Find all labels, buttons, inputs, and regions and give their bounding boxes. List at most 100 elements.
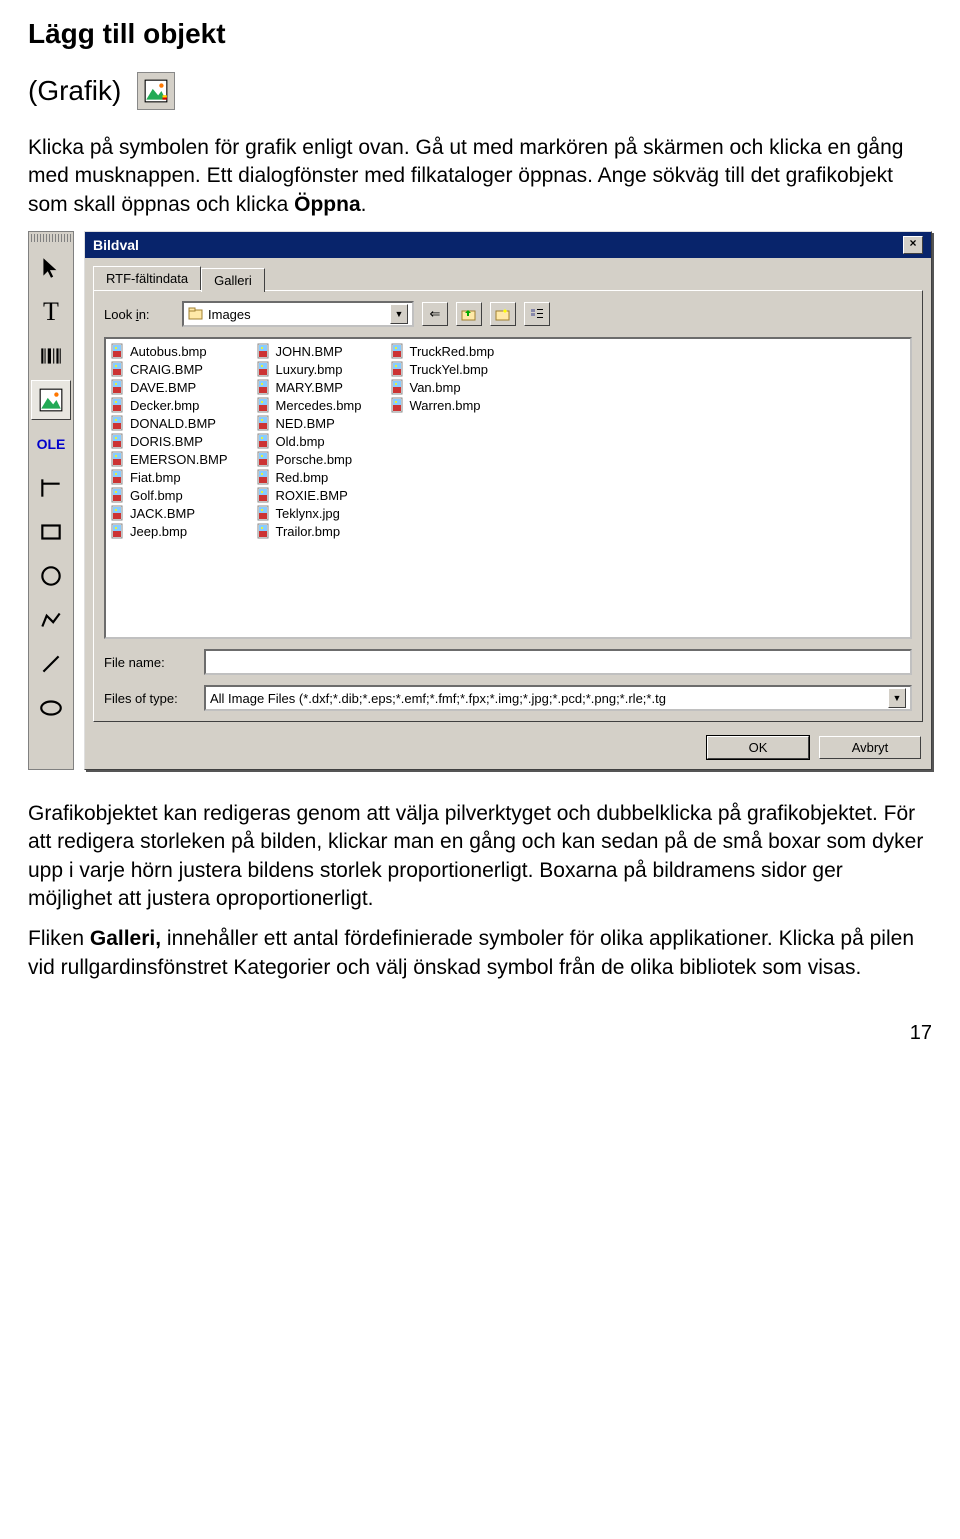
bmp-file-icon bbox=[256, 523, 272, 539]
dialog-body: Look in: Images ▼ ⇐ Auto bbox=[93, 290, 923, 722]
close-icon[interactable]: × bbox=[903, 236, 923, 254]
page-heading: Lägg till objekt bbox=[28, 18, 932, 50]
image-tool-icon[interactable] bbox=[31, 380, 71, 420]
line-tool-icon[interactable] bbox=[31, 644, 71, 684]
bmp-file-icon bbox=[390, 397, 406, 413]
bmp-file-icon bbox=[110, 433, 126, 449]
file-label: JACK.BMP bbox=[130, 506, 195, 521]
pointer-tool-icon[interactable] bbox=[31, 248, 71, 288]
bmp-file-icon bbox=[256, 469, 272, 485]
file-label: Jeep.bmp bbox=[130, 524, 187, 539]
bmp-file-icon bbox=[256, 397, 272, 413]
ellipse-tool-icon[interactable] bbox=[31, 688, 71, 728]
tab-galleri[interactable]: Galleri bbox=[201, 268, 265, 292]
file-label: Porsche.bmp bbox=[276, 452, 353, 467]
file-list[interactable]: Autobus.bmp CRAIG.BMP DAVE.BMP Decker.bmp DO… bbox=[104, 337, 912, 639]
text-tool-icon[interactable]: T bbox=[31, 292, 71, 332]
file-item[interactable]: Red.bmp bbox=[256, 469, 362, 485]
file-item[interactable]: Luxury.bmp bbox=[256, 361, 362, 377]
paragraph-3: Fliken Galleri, innehåller ett antal för… bbox=[28, 925, 932, 982]
file-item[interactable]: JOHN.BMP bbox=[256, 343, 362, 359]
file-label: TruckRed.bmp bbox=[410, 344, 495, 359]
file-item[interactable]: CRAIG.BMP bbox=[110, 361, 228, 377]
bmp-file-icon bbox=[390, 343, 406, 359]
file-item[interactable]: EMERSON.BMP bbox=[110, 451, 228, 467]
filetype-combo[interactable]: All Image Files (*.dxf;*.dib;*.eps;*.emf… bbox=[204, 685, 912, 711]
polygon-tool-icon[interactable] bbox=[31, 600, 71, 640]
new-folder-icon[interactable] bbox=[490, 302, 516, 326]
view-list-icon[interactable] bbox=[524, 302, 550, 326]
file-item[interactable]: Warren.bmp bbox=[390, 397, 495, 413]
file-item[interactable]: Old.bmp bbox=[256, 433, 362, 449]
bmp-file-icon bbox=[110, 505, 126, 521]
bmp-file-icon bbox=[110, 523, 126, 539]
file-item[interactable]: DORIS.BMP bbox=[110, 433, 228, 449]
file-item[interactable]: Autobus.bmp bbox=[110, 343, 228, 359]
file-item[interactable]: ROXIE.BMP bbox=[256, 487, 362, 503]
ok-button[interactable]: OK bbox=[707, 736, 809, 759]
bmp-file-icon bbox=[110, 487, 126, 503]
tab-rtf[interactable]: RTF-fältindata bbox=[93, 266, 201, 290]
bmp-file-icon bbox=[256, 487, 272, 503]
file-item[interactable]: MARY.BMP bbox=[256, 379, 362, 395]
file-label: DAVE.BMP bbox=[130, 380, 196, 395]
file-item[interactable]: Golf.bmp bbox=[110, 487, 228, 503]
barcode-tool-icon[interactable] bbox=[31, 336, 71, 376]
file-label: Teklynx.jpg bbox=[276, 506, 340, 521]
file-item[interactable]: Fiat.bmp bbox=[110, 469, 228, 485]
file-label: Trailor.bmp bbox=[276, 524, 341, 539]
lookin-combo[interactable]: Images ▼ bbox=[182, 301, 414, 327]
circle-tool-icon[interactable] bbox=[31, 556, 71, 596]
screenshot-block: T OLE Bildval × RTF-fältindata Galleri L… bbox=[28, 231, 932, 770]
ole-tool-icon[interactable]: OLE bbox=[31, 424, 71, 464]
file-label: CRAIG.BMP bbox=[130, 362, 203, 377]
graphic-tool-icon bbox=[137, 72, 175, 110]
hline-tool-icon[interactable] bbox=[31, 468, 71, 508]
dropdown-arrow-icon[interactable]: ▼ bbox=[888, 688, 906, 708]
file-label: Van.bmp bbox=[410, 380, 461, 395]
bmp-file-icon bbox=[256, 343, 272, 359]
file-column-3: TruckRed.bmp TruckYel.bmp Van.bmp Warren.bm… bbox=[390, 343, 495, 633]
lookin-value: Images bbox=[208, 307, 251, 322]
paragraph-2: Grafikobjektet kan redigeras genom att v… bbox=[28, 800, 932, 913]
file-item[interactable]: Teklynx.jpg bbox=[256, 505, 362, 521]
bmp-file-icon bbox=[256, 415, 272, 431]
bmp-file-icon bbox=[110, 415, 126, 431]
file-item[interactable]: Mercedes.bmp bbox=[256, 397, 362, 413]
toolbar-grip bbox=[31, 234, 71, 242]
bmp-file-icon bbox=[390, 361, 406, 377]
tool-palette: T OLE bbox=[28, 231, 74, 770]
file-item[interactable]: Van.bmp bbox=[390, 379, 495, 395]
filename-input[interactable] bbox=[204, 649, 912, 675]
file-item[interactable]: NED.BMP bbox=[256, 415, 362, 431]
file-label: Mercedes.bmp bbox=[276, 398, 362, 413]
file-item[interactable]: Porsche.bmp bbox=[256, 451, 362, 467]
folder-open-icon bbox=[188, 307, 204, 321]
cancel-button[interactable]: Avbryt bbox=[819, 736, 921, 759]
back-icon[interactable]: ⇐ bbox=[422, 302, 448, 326]
bmp-file-icon bbox=[256, 505, 272, 521]
file-item[interactable]: Jeep.bmp bbox=[110, 523, 228, 539]
bmp-file-icon bbox=[110, 343, 126, 359]
file-item[interactable]: JACK.BMP bbox=[110, 505, 228, 521]
up-folder-icon[interactable] bbox=[456, 302, 482, 326]
file-item[interactable]: Trailor.bmp bbox=[256, 523, 362, 539]
dropdown-arrow-icon[interactable]: ▼ bbox=[390, 304, 408, 324]
dialog-tabs: RTF-fältindata Galleri bbox=[85, 258, 931, 290]
lookin-label: Look in: bbox=[104, 307, 174, 322]
file-item[interactable]: TruckRed.bmp bbox=[390, 343, 495, 359]
file-label: Golf.bmp bbox=[130, 488, 183, 503]
file-label: Red.bmp bbox=[276, 470, 329, 485]
bmp-file-icon bbox=[110, 397, 126, 413]
file-item[interactable]: Decker.bmp bbox=[110, 397, 228, 413]
rect-tool-icon[interactable] bbox=[31, 512, 71, 552]
bmp-file-icon bbox=[110, 361, 126, 377]
file-item[interactable]: DONALD.BMP bbox=[110, 415, 228, 431]
file-dialog: Bildval × RTF-fältindata Galleri Look in… bbox=[84, 231, 932, 770]
paragraph-1: Klicka på symbolen för grafik enligt ova… bbox=[28, 134, 932, 219]
bmp-file-icon bbox=[110, 469, 126, 485]
bmp-file-icon bbox=[256, 451, 272, 467]
file-item[interactable]: TruckYel.bmp bbox=[390, 361, 495, 377]
file-item[interactable]: DAVE.BMP bbox=[110, 379, 228, 395]
filename-label: File name: bbox=[104, 655, 194, 670]
